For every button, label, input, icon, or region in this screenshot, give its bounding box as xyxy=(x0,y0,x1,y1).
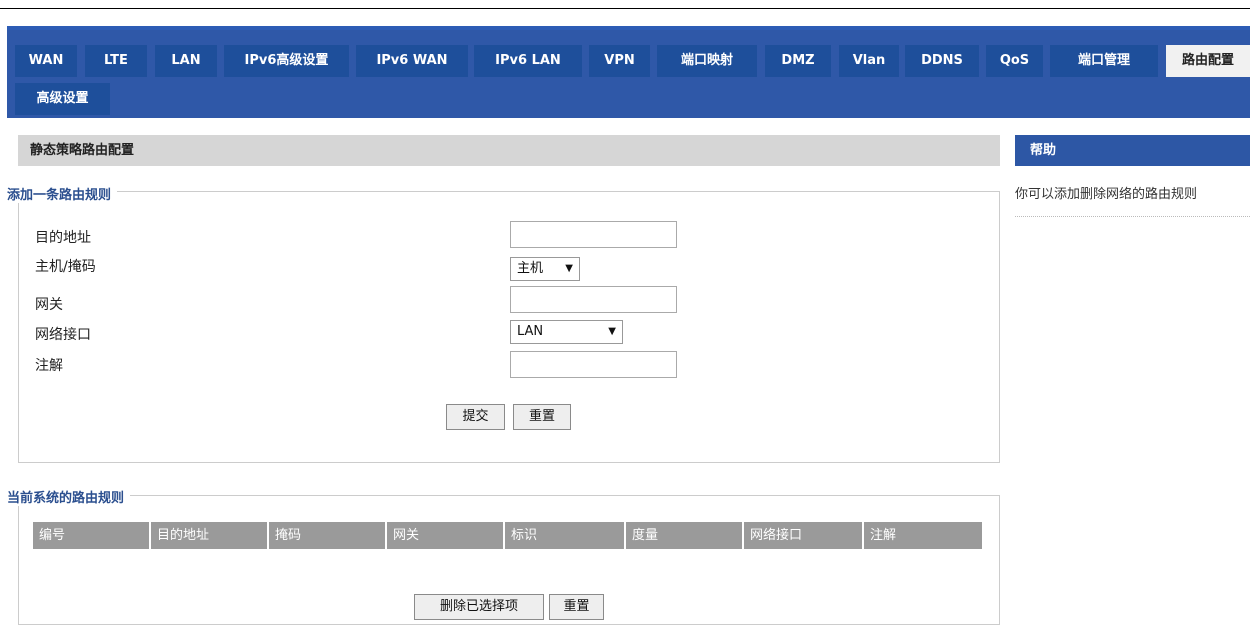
column-header: 编号 xyxy=(33,522,151,549)
column-header: 掩码 xyxy=(269,522,387,549)
submit-button[interactable]: 提交 xyxy=(446,404,505,430)
tab-port-mapping[interactable]: 端口映射 xyxy=(657,45,757,77)
current-rules-legend: 当前系统的路由规则 xyxy=(7,487,131,506)
iface-label: 网络接口 xyxy=(35,327,91,343)
dropdown-arrow-icon: ▼ xyxy=(565,263,573,274)
gateway-label: 网关 xyxy=(35,297,63,313)
mask-select-value: 主机 xyxy=(517,261,544,276)
column-header: 标识 xyxy=(505,522,626,549)
delete-selected-button[interactable]: 删除已选择项 xyxy=(414,594,544,620)
comment-input[interactable] xyxy=(510,351,677,378)
rules-reset-button[interactable]: 重置 xyxy=(549,594,604,620)
dest-input[interactable] xyxy=(510,221,677,248)
tab-wan[interactable]: WAN xyxy=(15,45,77,77)
dest-label: 目的地址 xyxy=(35,230,91,246)
tab-ipv6-lan[interactable]: IPv6 LAN xyxy=(474,45,582,77)
help-divider xyxy=(1015,216,1250,217)
page-title: 静态策略路由配置 xyxy=(18,135,1000,166)
add-rule-legend: 添加一条路由规则 xyxy=(7,184,118,203)
help-title: 帮助 xyxy=(1015,135,1250,166)
iface-select-value: LAN xyxy=(517,324,544,339)
tab-advanced-settings[interactable]: 高级设置 xyxy=(15,83,110,115)
tab-port-management[interactable]: 端口管理 xyxy=(1050,45,1158,77)
dropdown-arrow-icon: ▼ xyxy=(608,326,616,337)
tab-lte[interactable]: LTE xyxy=(85,45,147,77)
tab-lan[interactable]: LAN xyxy=(155,45,217,77)
add-rule-fieldset xyxy=(18,191,1000,463)
tab-vlan[interactable]: Vlan xyxy=(839,45,899,77)
tab-vpn[interactable]: VPN xyxy=(589,45,650,77)
column-header: 目的地址 xyxy=(151,522,269,549)
tab-ddns[interactable]: DDNS xyxy=(905,45,979,77)
top-rule xyxy=(0,8,1250,9)
column-header: 注解 xyxy=(864,522,982,549)
comment-label: 注解 xyxy=(35,358,63,374)
reset-button[interactable]: 重置 xyxy=(513,404,571,430)
mask-select[interactable]: 主机 ▼ xyxy=(510,257,580,281)
column-header: 度量 xyxy=(626,522,744,549)
nav-bar: WAN LTE LAN IPv6高级设置 IPv6 WAN IPv6 LAN V… xyxy=(7,26,1250,118)
mask-label: 主机/掩码 xyxy=(35,259,96,275)
help-text: 你可以添加删除网络的路由规则 xyxy=(1015,187,1198,202)
column-header: 网络接口 xyxy=(744,522,864,549)
tab-dmz[interactable]: DMZ xyxy=(765,45,831,77)
tab-ipv6-advanced[interactable]: IPv6高级设置 xyxy=(224,45,349,77)
gateway-input[interactable] xyxy=(510,286,677,313)
iface-select[interactable]: LAN ▼ xyxy=(510,320,623,344)
column-header: 网关 xyxy=(387,522,505,549)
tab-route-config[interactable]: 路由配置 xyxy=(1166,45,1250,77)
tab-ipv6-wan[interactable]: IPv6 WAN xyxy=(356,45,468,77)
tab-qos[interactable]: QoS xyxy=(986,45,1043,77)
